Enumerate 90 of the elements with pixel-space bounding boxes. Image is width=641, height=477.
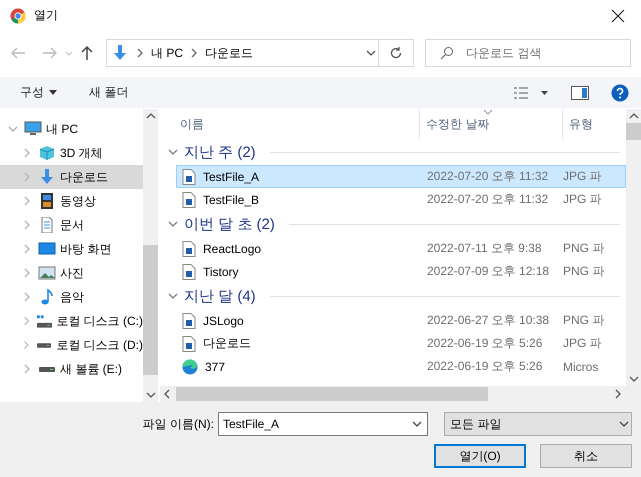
- file-type-dropdown[interactable]: 모든 파일: [444, 412, 632, 436]
- file-name: 다운로드: [203, 335, 251, 352]
- sidebar-item[interactable]: 동영상: [0, 189, 143, 213]
- file-row[interactable]: ReactLogo 2022-07-11 오후 9:38 PNG 파: [176, 237, 626, 260]
- caret-down-icon: [49, 90, 57, 95]
- column-header[interactable]: 수정한 날짜: [420, 109, 563, 139]
- open-button[interactable]: 열기(O): [434, 444, 526, 468]
- film-icon: [38, 193, 56, 209]
- organize-button[interactable]: 구성: [20, 82, 57, 104]
- search-field[interactable]: 다운로드 검색: [425, 39, 631, 67]
- file-row[interactable]: TestFile_B 2022-07-20 오후 11:32 JPG 파: [176, 188, 626, 211]
- refresh-icon[interactable]: [389, 46, 403, 60]
- image-file-icon: [182, 240, 196, 256]
- image-file-icon: [182, 168, 196, 184]
- sidebar-item[interactable]: 3D 개체: [0, 141, 143, 165]
- sidebar-item[interactable]: 다운로드: [0, 165, 143, 189]
- group-header[interactable]: 지난 주 (2): [184, 142, 256, 162]
- address-bar[interactable]: 내 PC 다운로드: [106, 39, 414, 67]
- scrollbar-thumb[interactable]: [626, 123, 641, 140]
- forward-arrow-icon[interactable]: [42, 46, 58, 60]
- group-header[interactable]: 지난 달 (4): [184, 286, 256, 306]
- modified-date: 2022-06-19 오후 5:26: [426, 335, 544, 352]
- picture-icon: [38, 265, 56, 281]
- group-header[interactable]: 이번 달 초 (2): [184, 214, 275, 234]
- browser-logo-icon: [182, 358, 198, 374]
- file-row[interactable]: JSLogo 2022-06-27 오후 10:38 PNG 파: [176, 309, 626, 332]
- breadcrumb-item[interactable]: 다운로드: [205, 44, 254, 62]
- desktop-icon: [38, 241, 56, 257]
- modified-date: 2022-06-19 오후 5:26: [426, 358, 544, 375]
- file-type: PNG 파: [563, 263, 604, 280]
- file-row[interactable]: 다운로드 2022-06-19 오후 5:26 JPG 파: [176, 332, 626, 355]
- file-type: JPG 파: [563, 168, 602, 185]
- image-file-icon: [182, 264, 196, 280]
- file-name: JSLogo: [203, 314, 244, 328]
- file-name: TestFile_B: [203, 192, 260, 206]
- drive-icon: [39, 366, 55, 372]
- new-folder-button[interactable]: 새 폴더: [89, 82, 128, 104]
- scrollbar-thumb[interactable]: [143, 245, 158, 375]
- cube-icon: [38, 145, 56, 161]
- preview-pane-icon[interactable]: [571, 86, 589, 100]
- sidebar-item[interactable]: 문서: [0, 213, 143, 237]
- drive-icon: [37, 314, 52, 328]
- close-icon[interactable]: [611, 8, 625, 22]
- search-icon: [440, 46, 454, 60]
- file-row[interactable]: TestFile_A 2022-07-20 오후 11:32 JPG 파: [176, 165, 626, 188]
- sidebar-item[interactable]: 바탕 화면: [0, 237, 143, 261]
- file-type: JPG 파: [563, 335, 602, 352]
- file-type: JPG 파: [563, 191, 602, 208]
- file-type: Micros: [563, 360, 598, 374]
- scrollbar-thumb[interactable]: [176, 387, 488, 401]
- file-row[interactable]: Tistory 2022-07-09 오후 12:18 PNG 파: [176, 260, 626, 283]
- breadcrumb-item[interactable]: 내 PC: [151, 44, 184, 62]
- file-type: PNG 파: [563, 240, 604, 257]
- sidebar-item[interactable]: 새 볼륨 (E:): [0, 357, 143, 381]
- modified-date: 2022-07-20 오후 11:32: [426, 168, 550, 185]
- view-options-icon[interactable]: [513, 86, 549, 100]
- file-name: Tistory: [203, 264, 239, 278]
- file-name-label: 파일 이름(N):: [142, 416, 214, 432]
- back-arrow-icon[interactable]: [10, 46, 26, 60]
- sidebar-item[interactable]: 로컬 디스크 (C:): [0, 309, 143, 333]
- monitor-icon: [24, 121, 42, 137]
- file-type: PNG 파: [563, 312, 604, 329]
- sidebar-item[interactable]: 사진: [0, 261, 143, 285]
- modified-date: 2022-07-20 오후 11:32: [426, 191, 550, 208]
- file-name: 377: [205, 360, 226, 374]
- sidebar-item[interactable]: 로컬 디스크 (D:): [0, 333, 143, 357]
- modified-date: 2022-07-11 오후 9:38: [426, 240, 543, 257]
- download-arrow-icon: [111, 45, 129, 61]
- search-placeholder: 다운로드 검색: [466, 44, 542, 62]
- sort-caret-icon: [483, 109, 493, 115]
- app-logo-icon: [10, 8, 26, 24]
- file-name-field[interactable]: TestFile_A: [218, 412, 428, 436]
- file-name: TestFile_A: [203, 170, 260, 184]
- download-arrow-icon: [38, 169, 56, 185]
- image-file-icon: [182, 192, 196, 208]
- column-header[interactable]: 유형: [563, 109, 593, 139]
- file-row[interactable]: 377 2022-06-19 오후 5:26 Micros: [176, 355, 626, 378]
- cancel-button[interactable]: 취소: [540, 444, 632, 468]
- column-header[interactable]: 이름: [160, 109, 420, 139]
- modified-date: 2022-07-09 오후 12:18: [426, 263, 550, 280]
- image-file-icon: [182, 312, 196, 328]
- up-arrow-icon[interactable]: [80, 45, 94, 61]
- help-icon[interactable]: [611, 84, 629, 102]
- image-file-icon: [182, 336, 196, 352]
- window-title: 열기: [34, 7, 59, 24]
- sidebar-item[interactable]: 내 PC: [0, 117, 143, 141]
- drive-icon: [37, 342, 52, 348]
- file-name: ReactLogo: [203, 242, 262, 256]
- modified-date: 2022-06-27 오후 10:38: [426, 312, 550, 329]
- sidebar-item[interactable]: 음악: [0, 285, 143, 309]
